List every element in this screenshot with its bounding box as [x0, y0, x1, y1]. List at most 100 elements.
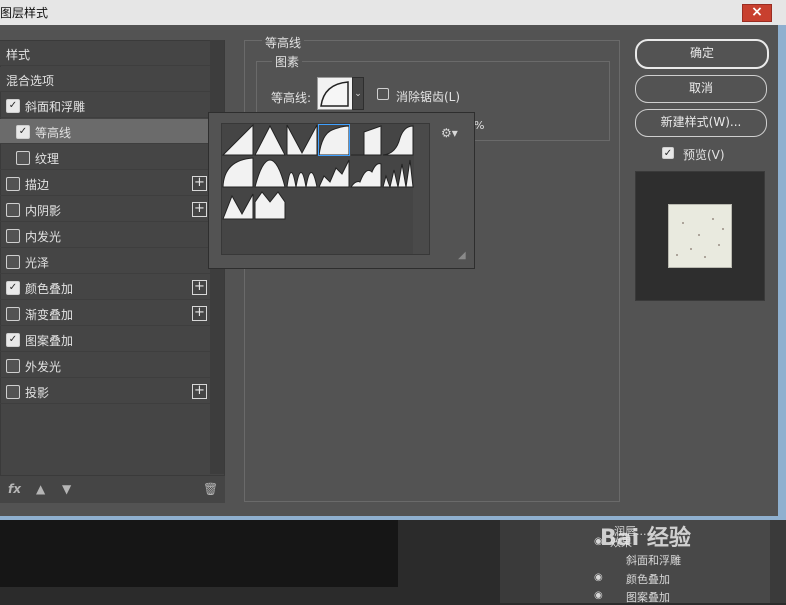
style-item[interactable]: 投影 + — [0, 379, 210, 404]
style-item-checkbox[interactable] — [6, 177, 20, 191]
new-style-button[interactable]: 新建样式(W)... — [635, 109, 767, 137]
style-item-label: 内阴影 — [25, 204, 62, 218]
contour-preset-cove-deep[interactable] — [318, 124, 350, 156]
style-item[interactable]: 渐变叠加 + — [0, 301, 210, 326]
add-effect-icon[interactable]: + — [192, 202, 207, 217]
linear-contour-icon — [222, 124, 254, 156]
contour-preset-notched[interactable] — [254, 188, 286, 220]
title-bar — [0, 0, 786, 25]
contour-preset-cone[interactable] — [254, 124, 286, 156]
style-item[interactable]: 外发光 — [0, 353, 210, 378]
add-effect-icon[interactable]: + — [192, 384, 207, 399]
contour-preset-cove-shallow[interactable] — [350, 124, 382, 156]
ok-button[interactable]: 确定 — [635, 39, 769, 69]
preview-swatch — [668, 204, 732, 268]
style-item-checkbox[interactable] — [6, 307, 20, 321]
style-item-checkbox[interactable] — [6, 359, 20, 373]
style-item-label: 光泽 — [25, 256, 50, 270]
contour-preset-cone-steep[interactable] — [222, 188, 254, 220]
contour-preset-gaussian[interactable] — [382, 124, 414, 156]
eye-icon[interactable]: ◉ — [594, 590, 603, 601]
contour-curve-icon — [320, 81, 349, 107]
notched-contour-icon — [254, 191, 286, 220]
group-title: 图素 — [272, 53, 303, 70]
style-item[interactable]: 纹理 — [0, 145, 210, 170]
cone-inverted-contour-icon — [286, 124, 318, 156]
add-effect-icon[interactable]: + — [192, 280, 207, 295]
style-item[interactable]: 内阴影 + — [0, 197, 210, 222]
fx-button[interactable]: fx — [8, 482, 21, 496]
style-item-checkbox[interactable]: ✓ — [6, 99, 20, 113]
style-item[interactable]: ✓ 斜面和浮雕 — [0, 93, 210, 118]
style-item-checkbox[interactable]: ✓ — [6, 281, 20, 295]
style-item[interactable]: ✓ 等高线 — [0, 119, 210, 144]
style-item-checkbox[interactable] — [16, 151, 30, 165]
cone-steep-contour-icon — [222, 193, 254, 220]
cove-shallow-contour-icon — [351, 125, 382, 156]
window-title: 图层样式 — [0, 6, 49, 20]
cancel-button[interactable]: 取消 — [635, 75, 767, 103]
style-item-label: 外发光 — [25, 360, 62, 374]
style-item-checkbox[interactable]: ✓ — [16, 125, 30, 139]
style-item-checkbox[interactable] — [6, 385, 20, 399]
cone-contour-icon — [254, 124, 286, 156]
window-border-bottom — [0, 516, 786, 520]
canvas-area — [0, 520, 398, 587]
add-effect-icon[interactable]: + — [192, 306, 207, 321]
sawtooth-contour-icon — [382, 159, 414, 188]
style-item[interactable]: 内发光 — [0, 223, 210, 248]
contour-preset-ring-double[interactable] — [286, 156, 318, 188]
ring-contour-icon — [254, 159, 286, 188]
add-effect-icon[interactable]: + — [192, 176, 207, 191]
styles-list-footer: fx ▲ ▼ 🗑 — [0, 475, 225, 503]
style-item-label: 内发光 — [25, 230, 62, 244]
style-item[interactable]: 混合选项 — [0, 67, 210, 92]
style-item-checkbox[interactable] — [6, 203, 20, 217]
style-item-label: 等高线 — [35, 126, 72, 140]
half-round-contour-icon — [222, 157, 254, 188]
contour-preview[interactable] — [317, 77, 353, 110]
contour-preset-sawtooth[interactable] — [382, 156, 414, 188]
cove-deep-contour-icon — [318, 125, 350, 156]
resize-grip-icon[interactable]: ◢ — [458, 250, 466, 261]
style-item-label: 纹理 — [35, 152, 60, 166]
picker-scrollbar[interactable] — [413, 124, 429, 254]
style-item[interactable]: 样式 — [0, 41, 210, 66]
style-item-checkbox[interactable]: ✓ — [6, 333, 20, 347]
style-item-label: 投影 — [25, 386, 50, 400]
style-item-checkbox[interactable] — [6, 229, 20, 243]
style-item-label: 斜面和浮雕 — [25, 100, 86, 114]
style-item-label: 颜色叠加 — [25, 282, 74, 296]
eye-icon[interactable]: ◉ — [594, 572, 603, 583]
style-item-label: 渐变叠加 — [25, 308, 74, 322]
layer-effect-item[interactable]: 颜色叠加 — [626, 571, 670, 587]
style-item[interactable]: 光泽 — [0, 249, 210, 274]
window-border-right — [778, 25, 786, 520]
contour-preset-half-round[interactable] — [222, 156, 254, 188]
contour-preset-cone-inverted[interactable] — [286, 124, 318, 156]
contour-preset-rounded-steps[interactable] — [350, 156, 382, 188]
contour-dropdown-arrow[interactable]: ⌄ — [352, 77, 364, 110]
gear-icon[interactable]: ⚙▾ — [441, 126, 458, 140]
preview-checkbox[interactable]: ✓ — [662, 147, 674, 159]
trash-icon[interactable]: 🗑 — [203, 482, 218, 496]
contour-preset-rolling-slope[interactable] — [318, 156, 350, 188]
close-button[interactable]: × — [742, 4, 772, 22]
move-down-icon[interactable]: ▼ — [62, 482, 71, 496]
contour-preset-linear[interactable] — [222, 124, 254, 156]
contour-preset-ring[interactable] — [254, 156, 286, 188]
style-item[interactable]: ✓ 图案叠加 — [0, 327, 210, 352]
rolling-slope-contour-icon — [318, 159, 350, 188]
move-up-icon[interactable]: ▲ — [36, 482, 45, 496]
range-percent-suffix: % — [474, 119, 485, 132]
style-item[interactable]: ✓ 颜色叠加 + — [0, 275, 210, 300]
style-item-checkbox[interactable] — [6, 255, 20, 269]
style-item[interactable]: 描边 + — [0, 171, 210, 196]
antialias-checkbox[interactable] — [377, 88, 389, 100]
ring-double-contour-icon — [286, 172, 318, 188]
contour-label: 等高线: — [271, 91, 312, 105]
style-item-label: 样式 — [6, 48, 31, 62]
section-title: 等高线 — [262, 34, 305, 51]
layer-effect-item[interactable]: 斜面和浮雕 — [626, 552, 681, 568]
style-item-label: 描边 — [25, 178, 50, 192]
